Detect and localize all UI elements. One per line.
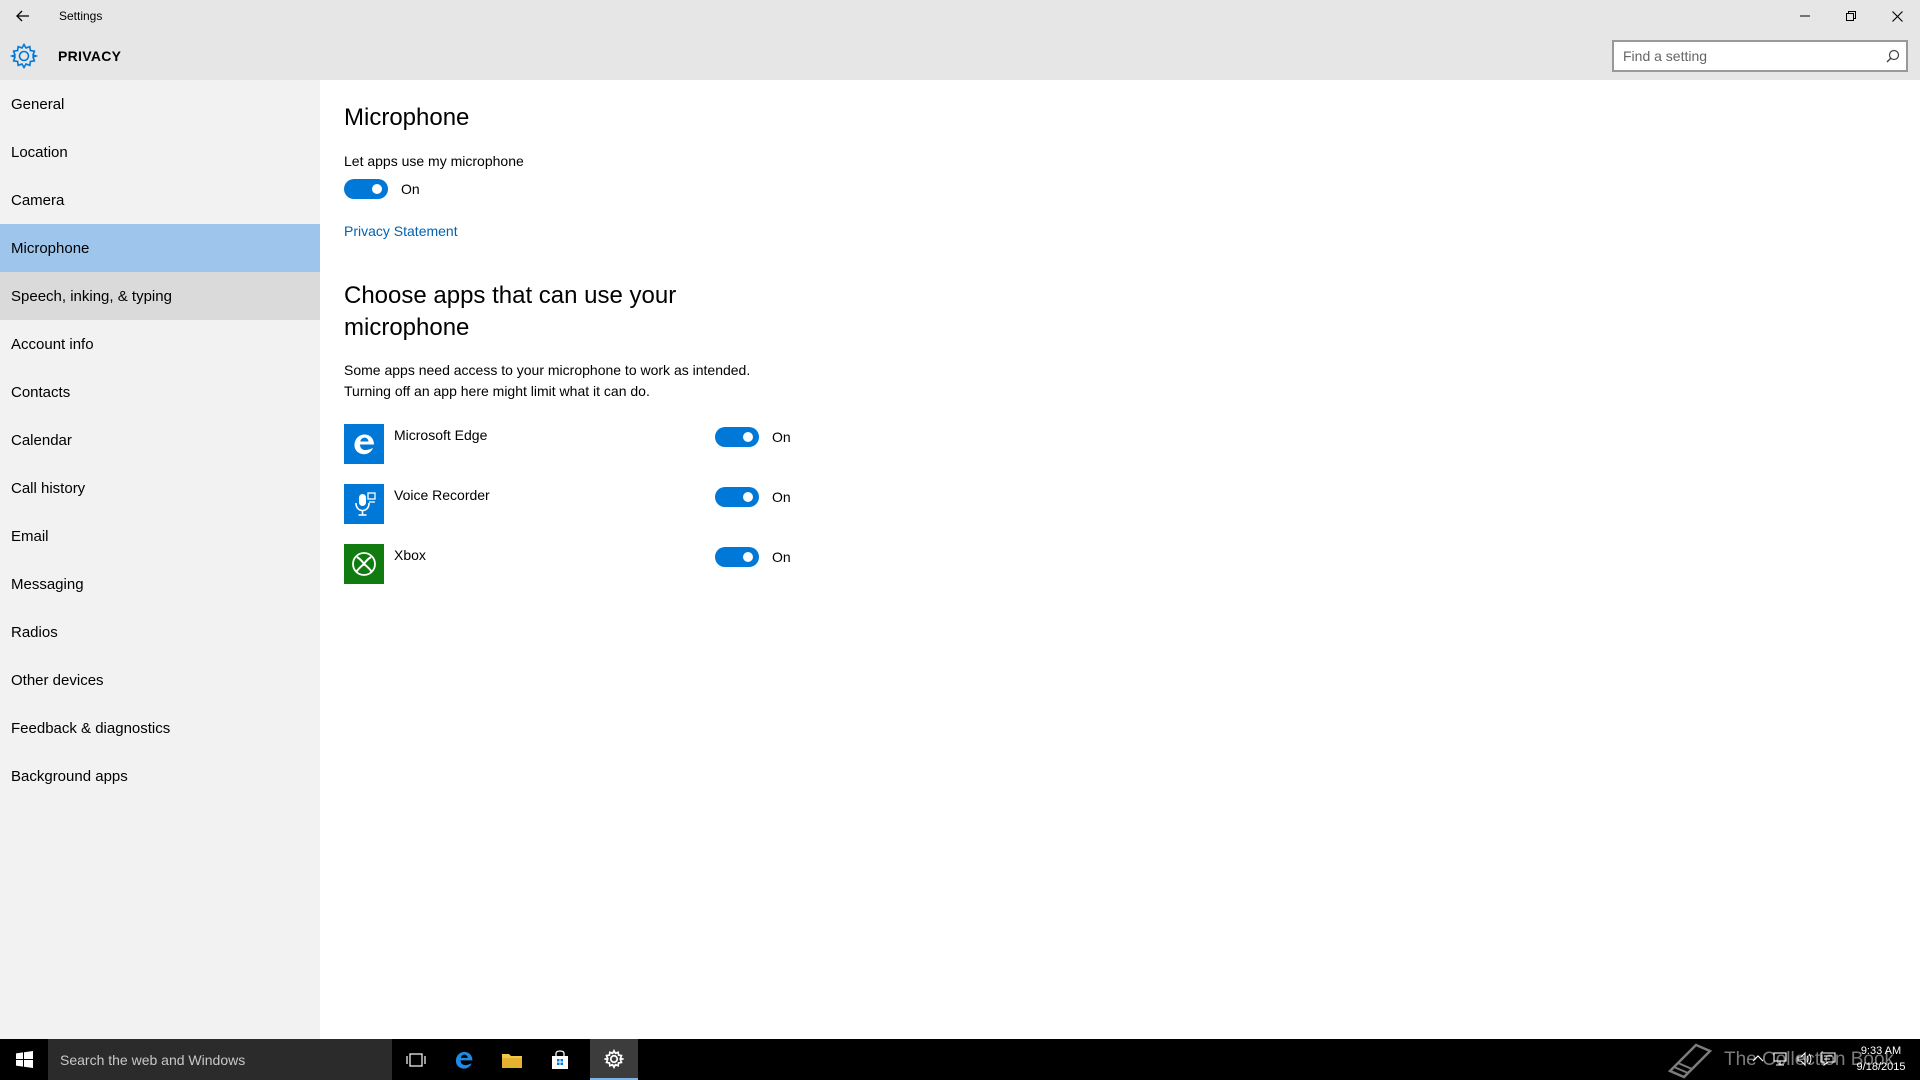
minimize-icon [1800, 15, 1810, 17]
master-toggle-label: Let apps use my microphone [344, 153, 524, 169]
app-row-xbox: Xbox On [344, 544, 804, 584]
gear-icon [10, 42, 38, 70]
gear-icon [604, 1048, 624, 1069]
restore-button[interactable] [1828, 0, 1874, 32]
apps-description: Some apps need access to your microphone… [344, 360, 804, 402]
description-line-2: Turning off an app here might limit what… [344, 383, 650, 399]
windows-logo-icon [15, 1051, 33, 1068]
master-toggle-state: On [401, 181, 420, 197]
xbox-microphone-toggle[interactable] [715, 547, 759, 567]
microphone-access-toggle[interactable] [344, 179, 388, 199]
back-button[interactable] [0, 0, 46, 32]
minimize-button[interactable] [1782, 0, 1828, 32]
folder-icon [502, 1053, 522, 1068]
task-view-icon [406, 1052, 426, 1067]
sidebar-item-microphone[interactable]: Microphone [0, 224, 320, 272]
taskbar-edge-button[interactable] [440, 1039, 488, 1080]
back-arrow-icon [16, 10, 29, 22]
app-row-voice-recorder: Voice Recorder On [344, 484, 804, 524]
sidebar-item-call-history[interactable]: Call history [0, 464, 320, 512]
sidebar-item-contacts[interactable]: Contacts [0, 368, 320, 416]
restore-icon [1846, 11, 1856, 21]
search-icon[interactable] [1886, 49, 1900, 63]
title-bar: Settings [0, 0, 1920, 32]
app-row-microsoft-edge: Microsoft Edge On [344, 424, 804, 464]
clock-date: 9/18/2015 [1856, 1061, 1906, 1073]
page-title: Microphone [344, 104, 470, 131]
action-center-icon[interactable] [1820, 1051, 1836, 1067]
sidebar-item-location[interactable]: Location [0, 128, 320, 176]
search-input[interactable] [1614, 42, 1874, 70]
network-icon[interactable] [1772, 1051, 1788, 1067]
app-toggle-row-xbox: On [715, 547, 791, 567]
privacy-statement-link[interactable]: Privacy Statement [344, 223, 458, 239]
edge-icon [344, 424, 384, 464]
description-line-1: Some apps need access to your microphone… [344, 362, 751, 378]
app-name-microsoft-edge: Microsoft Edge [394, 427, 488, 443]
app-name-voice-recorder: Voice Recorder [394, 487, 490, 503]
close-icon [1891, 10, 1903, 22]
clock-time: 9:33 AM [1860, 1045, 1902, 1057]
toggle-knob [743, 552, 753, 562]
xbox-toggle-state: On [772, 549, 791, 565]
app-name-xbox: Xbox [394, 547, 426, 563]
taskbar-clock[interactable]: 9:33 AM 9/18/2015 [1850, 1043, 1912, 1075]
sidebar-item-radios[interactable]: Radios [0, 608, 320, 656]
sidebar-item-speech-inking-typing[interactable]: Speech, inking, & typing [0, 272, 320, 320]
toggle-knob [743, 492, 753, 502]
window-controls [1782, 0, 1920, 32]
sidebar-item-messaging[interactable]: Messaging [0, 560, 320, 608]
toggle-knob [743, 432, 753, 442]
sidebar-item-feedback-diagnostics[interactable]: Feedback & diagnostics [0, 704, 320, 752]
store-icon [552, 1049, 568, 1069]
taskbar-file-explorer-button[interactable] [488, 1039, 536, 1080]
search-box[interactable] [1612, 40, 1908, 72]
toggle-knob [372, 184, 382, 194]
sidebar-item-camera[interactable]: Camera [0, 176, 320, 224]
window-title: Settings [59, 9, 103, 23]
book-watermark-icon [1667, 1043, 1713, 1078]
voice-recorder-toggle-state: On [772, 489, 791, 505]
edge-toggle-state: On [772, 429, 791, 445]
sidebar-item-other-devices[interactable]: Other devices [0, 656, 320, 704]
sidebar-item-account-info[interactable]: Account info [0, 320, 320, 368]
taskbar: Search the web and Windows The Collectio… [0, 1039, 1920, 1080]
sidebar-item-background-apps[interactable]: Background apps [0, 752, 320, 800]
taskbar-settings-button[interactable] [590, 1039, 638, 1080]
close-button[interactable] [1874, 0, 1920, 32]
voice-recorder-microphone-toggle[interactable] [715, 487, 759, 507]
system-tray-icons [1752, 1051, 1836, 1067]
taskbar-search-box[interactable]: Search the web and Windows [48, 1039, 392, 1080]
sidebar-nav: General Location Camera Microphone Speec… [0, 80, 320, 1039]
app-toggle-row-edge: On [715, 427, 791, 447]
edge-microphone-toggle[interactable] [715, 427, 759, 447]
volume-icon[interactable] [1796, 1051, 1812, 1067]
edge-icon [455, 1051, 473, 1069]
task-view-button[interactable] [392, 1039, 440, 1080]
chevron-up-icon[interactable] [1752, 1051, 1764, 1067]
section-title: PRIVACY [58, 48, 122, 64]
settings-header: PRIVACY [0, 32, 1920, 80]
start-button[interactable] [0, 1039, 48, 1080]
sidebar-item-general[interactable]: General [0, 80, 320, 128]
app-toggle-row-voice-recorder: On [715, 487, 791, 507]
xbox-icon [344, 544, 384, 584]
apps-heading: Choose apps that can use your microphone [344, 282, 677, 341]
voice-recorder-icon [344, 484, 384, 524]
sidebar-item-email[interactable]: Email [0, 512, 320, 560]
master-toggle-row: On [344, 179, 420, 199]
taskbar-store-button[interactable] [536, 1039, 584, 1080]
sidebar-item-calendar[interactable]: Calendar [0, 416, 320, 464]
